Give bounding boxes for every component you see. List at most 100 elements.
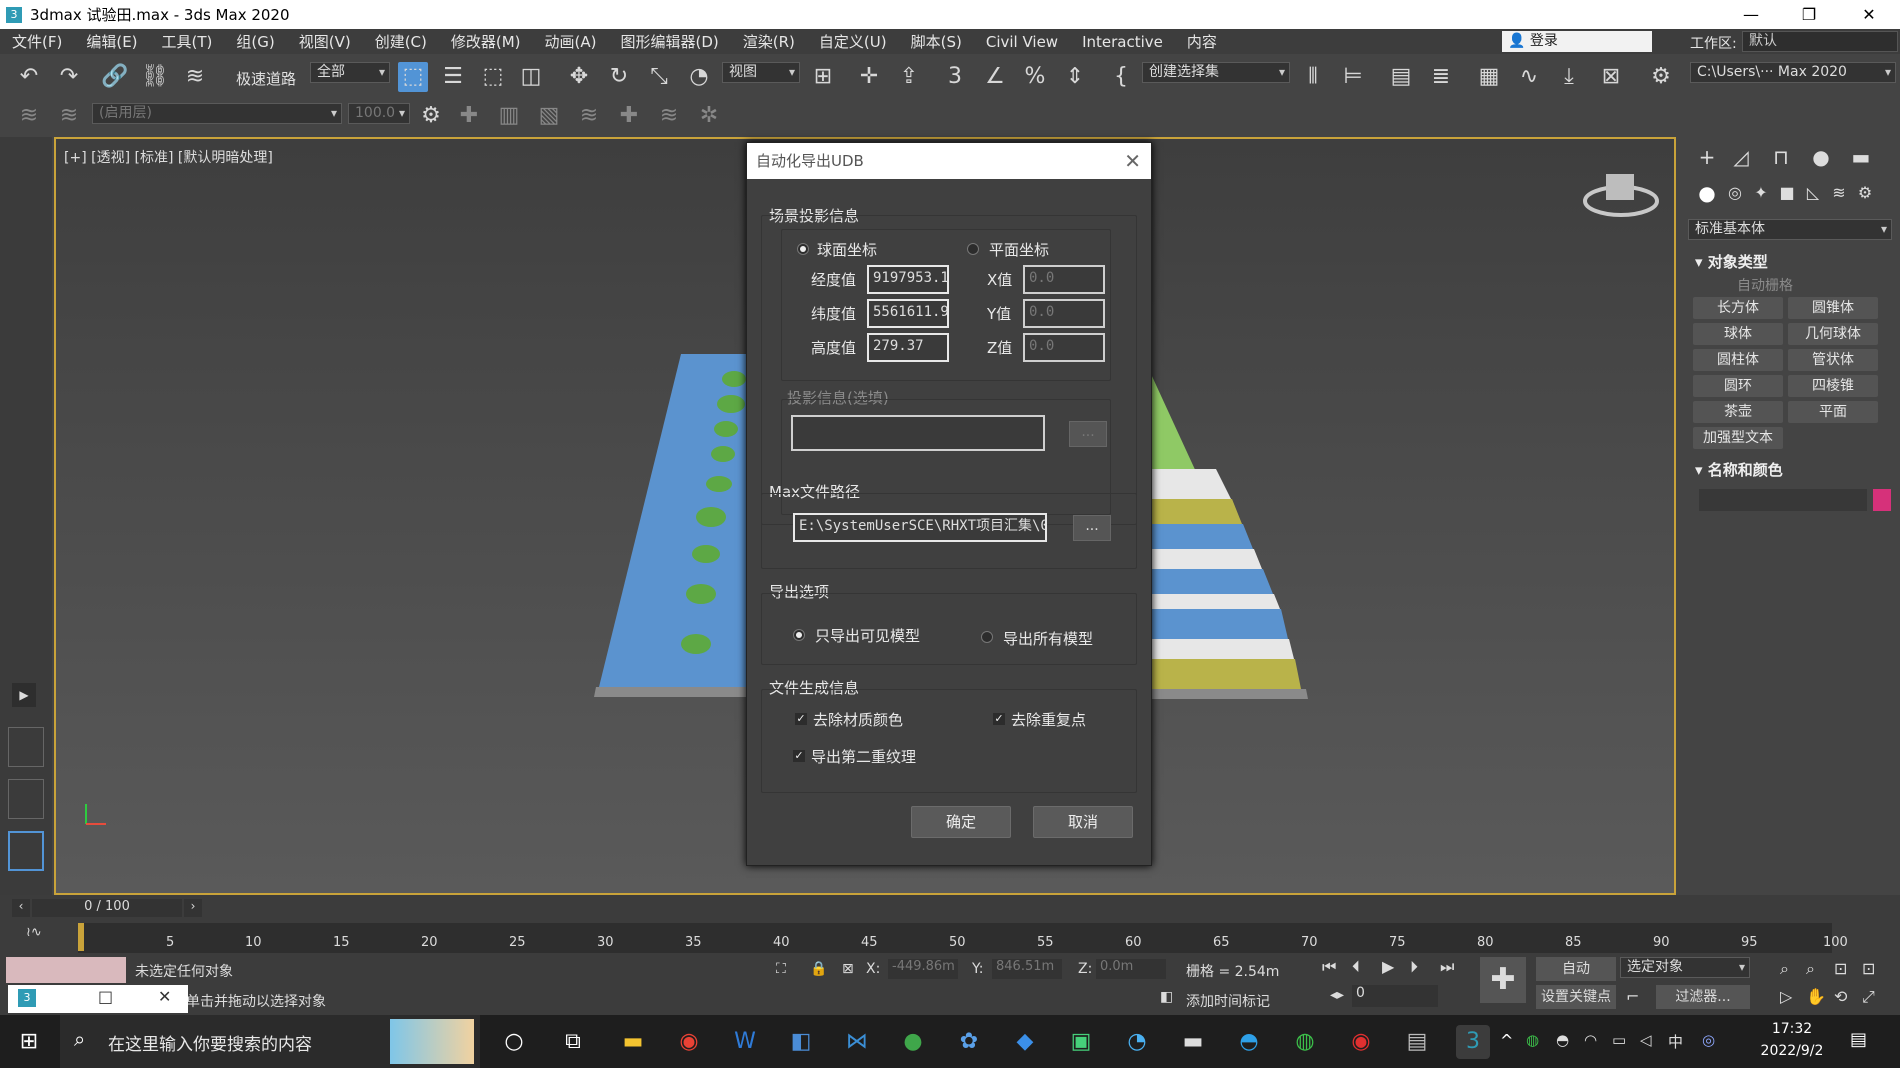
time-slider[interactable]: 0 / 100 [32,899,182,917]
auto-key-button[interactable]: 自动 [1536,957,1616,981]
layer-merge-icon[interactable]: ≋ [574,101,604,131]
schematic-icon[interactable]: ⤓ [1554,62,1584,92]
battery-icon[interactable]: ▭ [1612,1031,1626,1049]
keyboard-shortcut-icon[interactable]: ⇪ [894,62,924,92]
orbit-icon[interactable]: ⟲ [1834,987,1847,1006]
filters-button[interactable]: 过滤器... [1656,985,1750,1009]
mirror-icon[interactable]: ⫴ [1298,62,1328,92]
prev-frame-icon[interactable]: ‹ [12,899,30,917]
pyramid-button[interactable]: 四棱锥 [1788,375,1878,397]
layer-settings-icon[interactable]: ⚙ [416,101,446,131]
pinwheel-app-icon[interactable]: ✿ [952,1025,986,1059]
set-key-button[interactable]: 设置关键点 [1536,985,1616,1009]
workspace-dropdown[interactable]: 默认 [1742,31,1898,52]
y-value-field[interactable]: 0.0 [1023,299,1105,328]
create-tab-icon[interactable]: + [1691,143,1723,171]
render-setup-icon[interactable]: ⚙ [1646,62,1676,92]
display-tab-icon[interactable]: ▬ [1845,143,1877,171]
bird-app-icon[interactable]: ◓ [1232,1025,1266,1059]
selection-filter-dropdown[interactable]: 全部 [310,62,390,83]
x-coord-field[interactable]: -449.86m [888,959,958,979]
object-type-heading[interactable]: ▾ 对象类型 [1695,251,1768,272]
systems-icon[interactable]: ⚙ [1849,179,1881,207]
minimize-button[interactable]: — [1722,0,1780,29]
isolate-icon[interactable]: ⛶ [776,961,786,977]
object-name-field[interactable] [1699,489,1867,511]
x-value-field[interactable]: 0.0 [1023,265,1105,294]
menu-graph-editors[interactable]: 图形编辑器(D) [609,31,731,52]
menu-rendering[interactable]: 渲染(R) [731,31,807,52]
menu-modifiers[interactable]: 修改器(M) [439,31,533,52]
maxscript-listener[interactable] [6,957,126,983]
named-selection-dropdown[interactable]: 创建选择集 [1142,62,1290,83]
feishu-icon[interactable]: ◆ [1008,1025,1042,1059]
cancel-button[interactable]: 取消 [1033,806,1133,838]
time-tag-icon[interactable]: ◧ [1160,989,1173,1005]
place-icon[interactable]: ◔ [684,62,714,92]
z-coord-field[interactable]: 0.0m [1096,959,1166,979]
menu-customize[interactable]: 自定义(U) [807,31,899,52]
windows-start-icon[interactable]: ⊞ [12,1025,46,1059]
snaps-toggle-icon[interactable]: 3 [940,62,970,92]
menu-edit[interactable]: 编辑(E) [74,31,149,52]
gray-app-icon[interactable]: ▤ [1400,1025,1434,1059]
pivot-icon[interactable]: ⊞ [808,62,838,92]
current-frame-spinner[interactable]: 0 [1352,985,1438,1007]
projection-info-field[interactable] [791,415,1045,451]
sphere-button[interactable]: 球体 [1693,323,1783,345]
project-path-dropdown[interactable]: C:\Users\··· Max 2020 [1690,62,1896,83]
layer-delete-icon[interactable]: ▥ [494,101,524,131]
red-app-icon[interactable]: ◉ [1344,1025,1378,1059]
link-icon[interactable]: 🔗 [100,62,130,92]
projection-browse-button[interactable]: ... [1069,421,1107,447]
teapot-button[interactable]: 茶壶 [1693,401,1783,423]
notification-icon[interactable]: ▤ [1850,1029,1867,1050]
menu-interactive[interactable]: Interactive [1070,33,1175,51]
sphere-coord-radio[interactable] [797,243,809,255]
close-button[interactable]: ✕ [1840,0,1898,29]
cone-button[interactable]: 圆锥体 [1788,297,1878,319]
longitude-field[interactable]: 9197953.19 [867,265,949,294]
scale-icon[interactable]: ⤡ [644,62,674,92]
chrome-icon[interactable]: ◉ [672,1025,706,1059]
layer-copy-icon[interactable]: ▧ [534,101,564,131]
curve-editor-mini-icon[interactable]: ≀∿ [26,925,42,940]
taskbar-popup[interactable]: 3 □ ✕ [8,985,188,1013]
layers-icon[interactable]: ≣ [1426,62,1456,92]
hierarchy-tab-icon[interactable]: ⊓ [1765,143,1797,171]
modify-tab-icon[interactable]: ◿ [1725,143,1757,171]
volume-icon[interactable]: ◁ [1640,1031,1652,1049]
wechat-icon[interactable]: ◍ [1288,1025,1322,1059]
ok-button[interactable]: 确定 [911,806,1011,838]
rect-selection-icon[interactable]: ⬚ [478,62,508,92]
menu-create[interactable]: 创建(C) [363,31,439,52]
app-icon-blue[interactable]: ◧ [784,1025,818,1059]
ime-icon[interactable]: 中 [1668,1031,1683,1052]
maximize-button[interactable]: ❐ [1780,0,1838,29]
menu-group[interactable]: 组(G) [224,31,286,52]
angle-snap-icon[interactable]: ∠ [980,62,1010,92]
geosphere-button[interactable]: 几何球体 [1788,323,1878,345]
zoom-extents-all-icon[interactable]: ⊡ [1862,959,1875,978]
layer-freeze-icon[interactable]: ✲ [694,101,724,131]
task-view-icon[interactable]: ⧉ [556,1025,590,1059]
altitude-field[interactable]: 279.37 [867,333,949,362]
motion-tab-icon[interactable]: ● [1805,143,1837,171]
plane-coord-radio[interactable] [967,243,979,255]
unlink-icon[interactable]: ⛓ [140,62,170,92]
undo-icon[interactable]: ↶ [14,62,44,92]
y-coord-field[interactable]: 846.51m [992,959,1062,979]
restore-icon[interactable]: □ [98,987,113,1006]
tray-overflow-icon[interactable]: ^ [1500,1031,1513,1050]
pan-icon[interactable]: ✋ [1806,987,1826,1006]
menu-animation[interactable]: 动画(A) [533,31,609,52]
cylinder-button[interactable]: 圆柱体 [1693,349,1783,371]
clock-date[interactable]: 2022/9/2 [1752,1043,1832,1059]
key-filter-dropdown[interactable]: 选定对象 [1620,957,1750,978]
dialog-close-icon[interactable]: ✕ [1124,143,1141,179]
only-visible-radio[interactable] [793,629,805,641]
plane-button[interactable]: 平面 [1788,401,1878,423]
word-icon[interactable]: W [728,1025,762,1059]
fov-icon[interactable]: ▷ [1780,987,1792,1006]
name-color-heading[interactable]: ▾ 名称和颜色 [1695,459,1783,480]
